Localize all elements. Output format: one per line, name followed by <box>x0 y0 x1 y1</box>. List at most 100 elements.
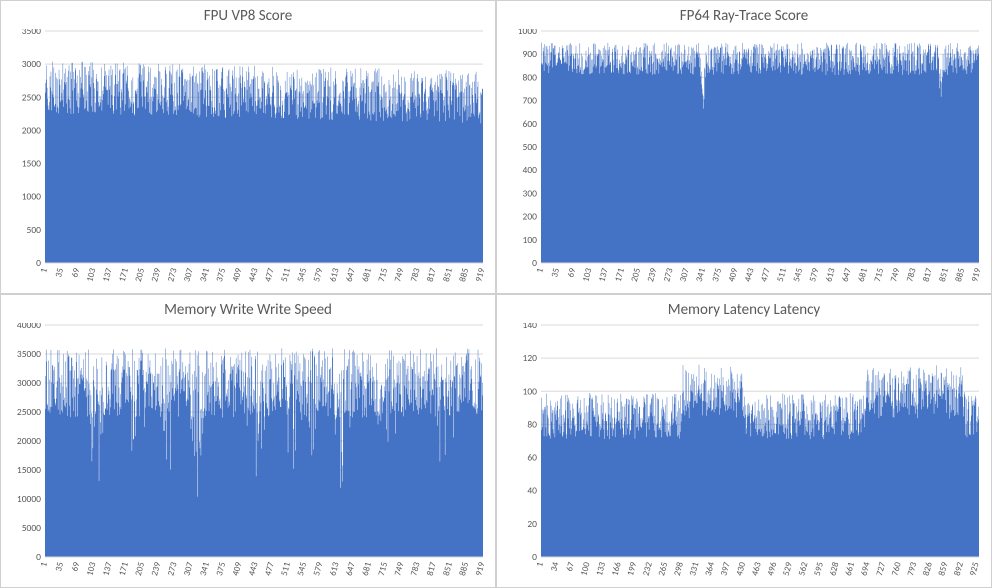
svg-text:851: 851 <box>441 267 455 283</box>
svg-text:885: 885 <box>953 267 967 283</box>
svg-text:397: 397 <box>718 561 732 577</box>
svg-text:477: 477 <box>263 561 277 577</box>
svg-text:727: 727 <box>874 561 888 577</box>
svg-text:341: 341 <box>198 561 212 577</box>
svg-text:613: 613 <box>327 561 341 577</box>
svg-text:892: 892 <box>952 561 966 577</box>
chart-title: FPU VP8 Score <box>7 7 489 25</box>
svg-text:307: 307 <box>182 267 196 283</box>
svg-text:120: 120 <box>523 352 538 364</box>
svg-text:715: 715 <box>376 267 390 283</box>
svg-text:69: 69 <box>69 267 82 279</box>
svg-text:35: 35 <box>53 561 66 573</box>
svg-text:205: 205 <box>133 561 147 577</box>
svg-text:919: 919 <box>473 561 487 577</box>
svg-text:205: 205 <box>629 267 643 283</box>
svg-text:628: 628 <box>827 561 841 577</box>
svg-text:500: 500 <box>27 224 42 236</box>
svg-text:496: 496 <box>765 561 779 577</box>
svg-text:477: 477 <box>759 267 773 283</box>
svg-text:661: 661 <box>843 561 857 577</box>
svg-text:239: 239 <box>645 267 659 283</box>
svg-text:511: 511 <box>775 267 789 283</box>
svg-text:300: 300 <box>523 187 538 199</box>
svg-text:25000: 25000 <box>17 406 41 418</box>
svg-text:851: 851 <box>441 561 455 577</box>
svg-text:715: 715 <box>872 267 886 283</box>
svg-text:40000: 40000 <box>17 323 41 331</box>
svg-text:647: 647 <box>344 561 358 577</box>
svg-text:67: 67 <box>564 561 577 573</box>
svg-text:511: 511 <box>279 267 293 283</box>
svg-text:103: 103 <box>84 267 98 283</box>
svg-text:35: 35 <box>53 267 66 279</box>
svg-text:273: 273 <box>165 267 179 283</box>
svg-text:1: 1 <box>534 561 546 569</box>
svg-text:647: 647 <box>344 267 358 283</box>
svg-text:103: 103 <box>84 561 98 577</box>
svg-text:463: 463 <box>750 561 764 577</box>
svg-text:859: 859 <box>936 561 950 577</box>
svg-text:681: 681 <box>360 267 374 283</box>
svg-text:613: 613 <box>823 267 837 283</box>
svg-text:1: 1 <box>38 267 50 275</box>
svg-text:60: 60 <box>527 452 537 464</box>
svg-text:3500: 3500 <box>22 29 41 37</box>
svg-text:409: 409 <box>726 267 740 283</box>
svg-text:579: 579 <box>311 561 325 577</box>
svg-text:817: 817 <box>425 561 439 577</box>
svg-text:817: 817 <box>921 267 935 283</box>
svg-text:500: 500 <box>523 141 538 153</box>
svg-text:749: 749 <box>392 561 406 577</box>
svg-text:100: 100 <box>523 385 538 397</box>
svg-text:783: 783 <box>408 561 422 577</box>
svg-text:137: 137 <box>101 561 115 577</box>
svg-text:3000: 3000 <box>22 58 41 70</box>
svg-text:20: 20 <box>527 518 537 530</box>
svg-text:681: 681 <box>856 267 870 283</box>
svg-text:2000: 2000 <box>22 124 41 136</box>
svg-text:793: 793 <box>905 561 919 577</box>
svg-text:851: 851 <box>937 267 951 283</box>
svg-text:375: 375 <box>214 267 228 283</box>
svg-text:783: 783 <box>408 267 422 283</box>
svg-text:443: 443 <box>742 267 756 283</box>
svg-text:430: 430 <box>734 561 748 577</box>
svg-text:140: 140 <box>523 323 538 331</box>
svg-text:1000: 1000 <box>22 191 41 203</box>
svg-text:545: 545 <box>791 267 805 283</box>
svg-text:34: 34 <box>548 561 561 573</box>
svg-text:239: 239 <box>149 267 163 283</box>
svg-text:200: 200 <box>523 211 538 223</box>
svg-text:681: 681 <box>360 561 374 577</box>
chart-title: FP64 Ray-Trace Score <box>503 7 985 25</box>
svg-text:133: 133 <box>594 561 608 577</box>
svg-text:760: 760 <box>890 561 904 577</box>
svg-text:919: 919 <box>473 267 487 283</box>
svg-text:80: 80 <box>527 418 537 430</box>
svg-text:15000: 15000 <box>17 464 41 476</box>
svg-text:199: 199 <box>625 561 639 577</box>
svg-text:137: 137 <box>597 267 611 283</box>
svg-text:35000: 35000 <box>17 348 41 360</box>
svg-text:375: 375 <box>710 267 724 283</box>
svg-text:511: 511 <box>279 561 293 577</box>
svg-text:409: 409 <box>230 561 244 577</box>
svg-text:307: 307 <box>182 561 196 577</box>
svg-text:694: 694 <box>858 561 872 577</box>
svg-text:69: 69 <box>69 561 82 573</box>
svg-text:239: 239 <box>149 561 163 577</box>
svg-text:265: 265 <box>656 561 670 577</box>
svg-text:443: 443 <box>246 561 260 577</box>
svg-text:103: 103 <box>580 267 594 283</box>
svg-text:595: 595 <box>812 561 826 577</box>
svg-text:69: 69 <box>565 267 578 279</box>
svg-text:545: 545 <box>295 267 309 283</box>
svg-text:400: 400 <box>523 164 538 176</box>
svg-text:1: 1 <box>38 561 50 569</box>
svg-text:800: 800 <box>523 71 538 83</box>
svg-text:925: 925 <box>967 561 981 577</box>
svg-text:409: 409 <box>230 267 244 283</box>
svg-text:613: 613 <box>327 267 341 283</box>
svg-text:40: 40 <box>527 485 537 497</box>
